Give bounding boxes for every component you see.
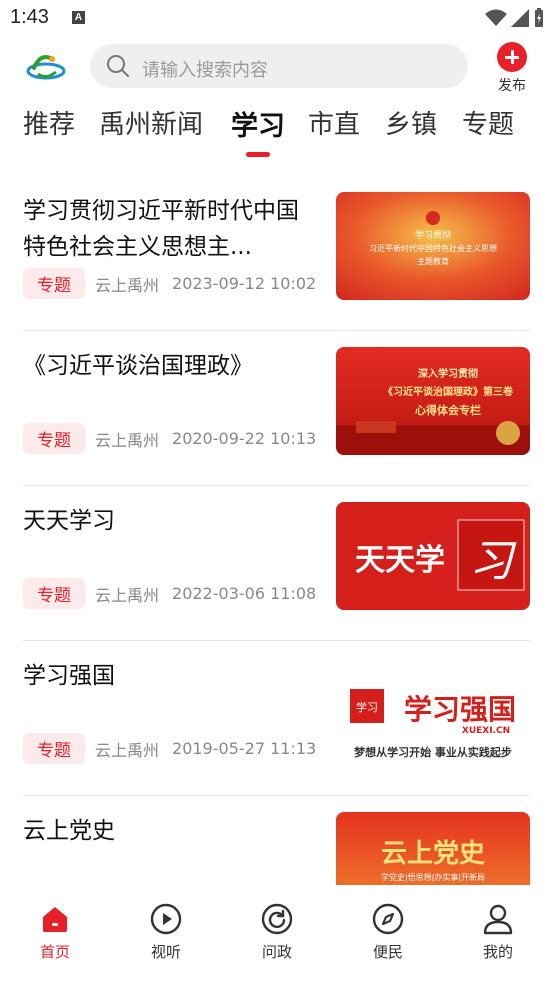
thumb-text: 习近平新时代中国特色社会主义思想 [369,243,497,253]
app-logo[interactable] [26,50,66,84]
search-placeholder: 请输入搜索内容 [142,60,268,81]
article-item[interactable]: 天天学习 专题 云上禹州 2022-03-06 11:08 天天学 习 [23,485,530,641]
search-icon [107,55,129,77]
thumb-text: 学习贯彻 [415,229,451,241]
article-source: 云上禹州 [95,585,160,605]
article-thumbnail: 学习贯彻 习近平新时代中国特色社会主义思想 主题教育 [336,192,530,300]
thumb-text: 云上党史 [381,839,486,869]
tab-yuzhou-news[interactable]: 禹州新闻 [99,104,203,141]
article-title: 学习贯彻习近平新时代中国特色社会主义思想主... [23,198,299,260]
wifi-icon [485,9,507,26]
tab-recommend[interactable]: 推荐 [23,104,75,141]
article-item[interactable]: 学习强国 专题 云上禹州 2019-05-27 11:13 学习 学习强国 XU… [23,640,530,796]
article-title: 《习近平谈治国理政》 [23,353,253,379]
search-bar[interactable]: 请输入搜索内容 [90,44,468,88]
nav-profile[interactable]: 我的 [468,901,528,962]
article-meta: 专题 云上禹州 2022-03-06 11:08 [23,578,316,609]
topic-tag: 专题 [23,268,85,299]
thumb-text: 主题教育 [417,256,449,266]
thumb-text: 心得体会专栏 [415,403,481,417]
nav-label: 首页 [39,943,70,961]
refresh-circle-icon [261,903,293,935]
bottom-nav: 首页 视听 问政 便民 我的 [0,885,553,984]
tab-city[interactable]: 市直 [308,104,360,141]
article-source: 云上禹州 [95,430,160,450]
article-item[interactable]: 《习近平谈治国理政》 专题 云上禹州 2020-09-22 10:13 深入学习… [23,330,530,486]
article-thumbnail: 学习 学习强国 XUEXI.CN 梦想从学习开始 事业从实践起步 [336,657,530,765]
article-meta: 专题 云上禹州 2023-09-12 10:02 [23,268,316,299]
nav-services[interactable]: 便民 [358,901,418,962]
publish-button[interactable]: 发布 [494,42,530,95]
thumb-text: 梦想从学习开始 事业从实践起步 [354,745,512,759]
article-thumbnail: 天天学 习 [336,502,530,610]
article-meta: 专题 云上禹州 2020-09-22 10:13 [23,423,316,454]
tab-topics[interactable]: 专题 [462,104,514,141]
status-time: 1:43 [10,6,49,28]
status-bar: 1:43 A [0,0,553,36]
article-time: 2020-09-22 10:13 [172,429,317,448]
tab-study[interactable]: 学习 [231,104,285,143]
thumb-text: XUEXI.CN [462,726,510,736]
battery-icon [535,8,543,27]
category-tabs: 推荐 禹州新闻 学习 市直 乡镇 专题 [0,104,553,164]
signal-icon [511,9,529,27]
nav-inquiry[interactable]: 问政 [247,901,307,962]
nav-audio-video[interactable]: 视听 [136,901,196,962]
thumb-text: 《习近平谈治国理政》第三卷 [383,385,514,398]
article-title: 学习强国 [23,663,115,689]
thumb-text: 习 [469,536,517,587]
topic-tag: 专题 [23,733,85,764]
play-icon [150,903,182,935]
header: 请输入搜索内容 发布 [0,36,553,96]
article-time: 2019-05-27 11:13 [172,739,317,758]
compass-icon [372,903,404,935]
article-title: 云上党史 [23,818,115,844]
article-time: 2023-09-12 10:02 [172,274,317,293]
article-list[interactable]: 学习贯彻习近平新时代中国特色社会主义思想主... 专题 云上禹州 2023-09… [0,175,553,885]
article-time: 2022-03-06 11:08 [172,584,317,603]
nav-label: 便民 [372,943,403,961]
notification-icon: A [72,11,85,24]
nav-label: 问政 [261,943,292,961]
article-source: 云上禹州 [95,275,160,295]
article-item[interactable]: 云上党史 云上党史 学党史|悟思想|办实事|开新局 [23,795,530,885]
home-icon [43,907,67,932]
plus-icon [497,42,527,72]
article-source: 云上禹州 [95,740,160,760]
nav-label: 视听 [150,943,181,961]
thumb-text: 学党史|悟思想|办实事|开新局 [381,872,485,882]
nav-home[interactable]: 首页 [25,901,85,962]
thumb-text: 天天学 [355,543,445,578]
article-thumbnail: 云上党史 学党史|悟思想|办实事|开新局 [336,812,530,885]
thumb-text: 学习强国 [404,693,516,726]
thumb-text: 深入学习贯彻 [418,367,478,380]
status-icons [485,8,545,28]
article-meta: 专题 云上禹州 2019-05-27 11:13 [23,733,316,764]
tab-towns[interactable]: 乡镇 [385,104,437,141]
publish-label: 发布 [498,78,526,94]
svg-text:学习: 学习 [356,700,378,714]
topic-tag: 专题 [23,578,85,609]
active-tab-indicator [246,152,270,157]
article-thumbnail: 深入学习贯彻 《习近平谈治国理政》第三卷 心得体会专栏 [336,347,530,455]
user-icon [483,904,513,935]
article-title: 天天学习 [23,508,115,534]
article-item[interactable]: 学习贯彻习近平新时代中国特色社会主义思想主... 专题 云上禹州 2023-09… [23,175,530,331]
topic-tag: 专题 [23,423,85,454]
nav-label: 我的 [482,943,513,961]
